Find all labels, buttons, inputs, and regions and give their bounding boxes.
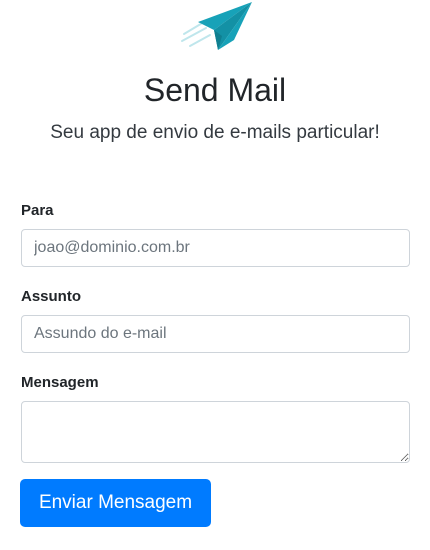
send-message-button[interactable]: Enviar Mensagem bbox=[20, 479, 211, 527]
message-label: Mensagem bbox=[21, 374, 99, 391]
page-subtitle: Seu app de envio de e-mails particular! bbox=[50, 122, 380, 143]
subject-input[interactable] bbox=[21, 315, 410, 353]
paper-plane-icon bbox=[181, 2, 252, 50]
to-label: Para bbox=[21, 202, 54, 219]
message-textarea[interactable] bbox=[21, 401, 410, 463]
send-mail-page: Send Mail Seu app de envio de e-mails pa… bbox=[0, 0, 430, 550]
to-email-input[interactable] bbox=[21, 229, 410, 267]
page-title: Send Mail bbox=[143, 72, 287, 108]
subject-label: Assunto bbox=[21, 288, 81, 305]
